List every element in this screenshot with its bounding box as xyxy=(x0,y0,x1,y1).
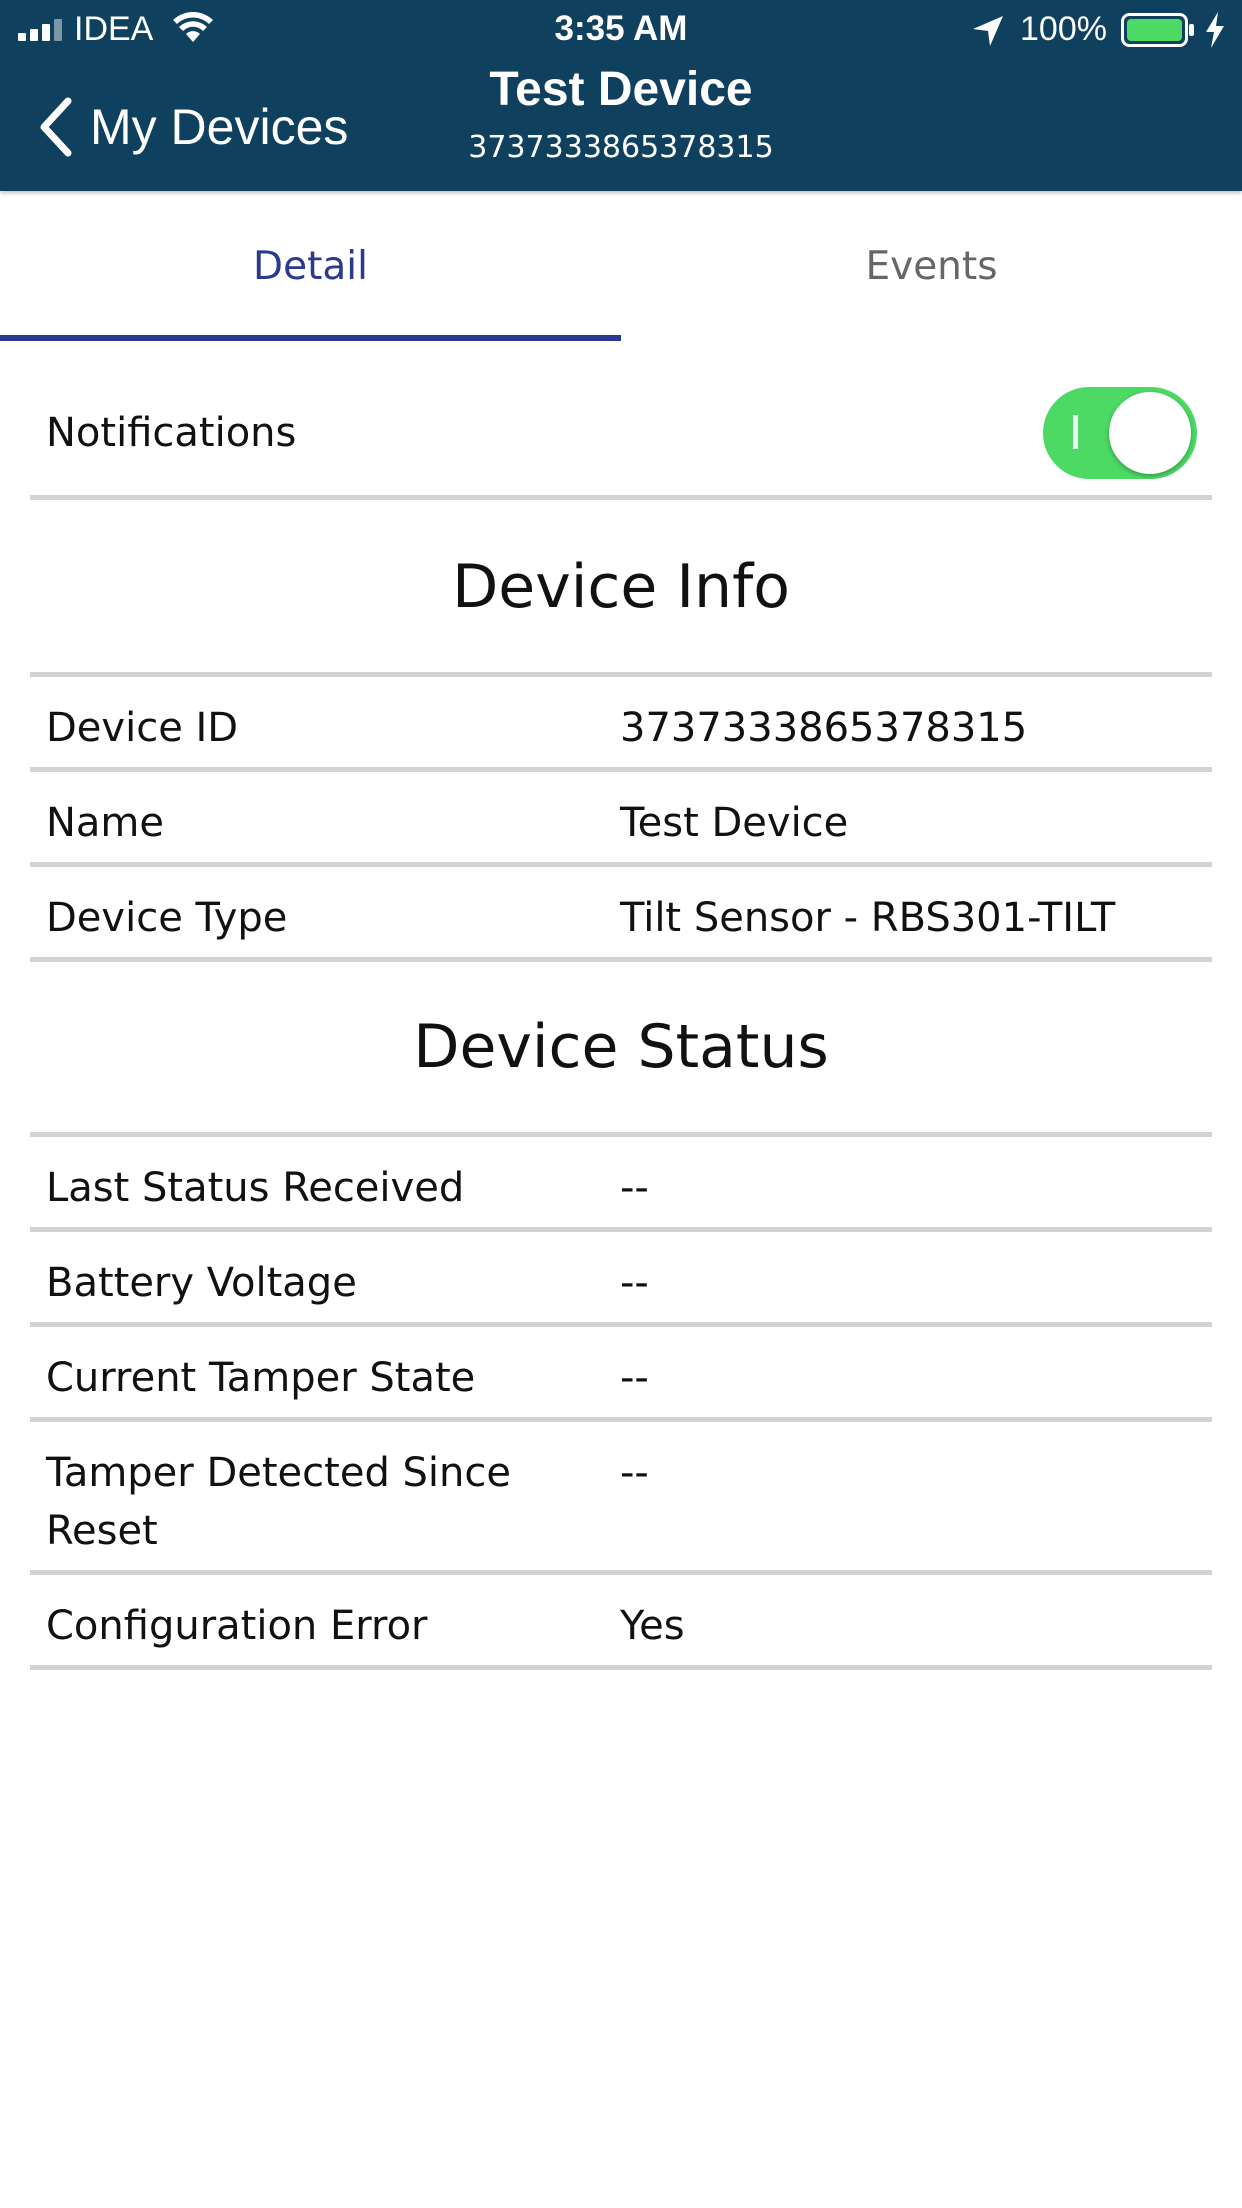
app-header: IDEA 3:35 AM 100% My Devices Test Device… xyxy=(0,0,1242,191)
table-row: Device Type Tilt Sensor - RBS301-TILT xyxy=(30,867,1212,962)
battery-voltage-label: Battery Voltage xyxy=(46,1260,357,1306)
tamper-detected-since-reset-value: -- xyxy=(620,1450,649,1496)
charging-bolt-icon xyxy=(1206,12,1224,48)
table-row: Last Status Received -- xyxy=(30,1137,1212,1232)
location-arrow-icon xyxy=(973,16,1003,46)
tab-bar: Detail Events xyxy=(0,191,1242,341)
page-title: Test Device xyxy=(489,63,753,116)
table-row: Tamper Detected Since Reset -- xyxy=(30,1422,1212,1575)
configuration-error-value: Yes xyxy=(620,1603,685,1649)
battery-voltage-value: -- xyxy=(620,1260,649,1306)
notifications-toggle[interactable] xyxy=(1043,387,1197,479)
page-subtitle: 3737333865378315 xyxy=(468,130,774,165)
last-status-received-value: -- xyxy=(620,1165,649,1211)
device-info-heading: Device Info xyxy=(452,552,790,622)
tab-detail[interactable]: Detail xyxy=(0,191,621,341)
current-tamper-state-value: -- xyxy=(620,1355,649,1401)
table-row: Name Test Device xyxy=(30,772,1212,867)
notifications-row: Notifications xyxy=(30,380,1212,500)
device-type-value: Tilt Sensor - RBS301-TILT xyxy=(620,895,1116,941)
configuration-error-label: Configuration Error xyxy=(46,1603,428,1649)
name-value: Test Device xyxy=(620,800,849,846)
name-label: Name xyxy=(46,800,165,846)
table-row: Device ID 3737333865378315 xyxy=(30,677,1212,772)
battery-icon xyxy=(1121,13,1194,47)
notifications-label: Notifications xyxy=(46,410,297,456)
toggle-knob xyxy=(1109,392,1191,474)
tamper-detected-since-reset-label: Tamper Detected Since Reset xyxy=(46,1450,511,1554)
tab-events[interactable]: Events xyxy=(621,191,1242,341)
last-status-received-label: Last Status Received xyxy=(46,1165,465,1211)
toggle-on-mark xyxy=(1073,415,1078,449)
device-info-table: Device ID 3737333865378315 Name Test Dev… xyxy=(30,672,1212,962)
table-row: Battery Voltage -- xyxy=(30,1232,1212,1327)
device-id-label: Device ID xyxy=(46,705,239,751)
battery-percent: 100% xyxy=(1020,10,1107,48)
device-id-value: 3737333865378315 xyxy=(620,705,1028,751)
table-row: Configuration Error Yes xyxy=(30,1575,1212,1670)
device-status-heading: Device Status xyxy=(413,1012,829,1082)
device-status-table: Last Status Received -- Battery Voltage … xyxy=(30,1132,1212,1670)
current-tamper-state-label: Current Tamper State xyxy=(46,1355,476,1401)
status-bar: IDEA 3:35 AM 100% xyxy=(0,0,1242,62)
active-tab-indicator xyxy=(0,335,621,341)
table-row: Current Tamper State -- xyxy=(30,1327,1212,1422)
device-type-label: Device Type xyxy=(46,895,288,941)
